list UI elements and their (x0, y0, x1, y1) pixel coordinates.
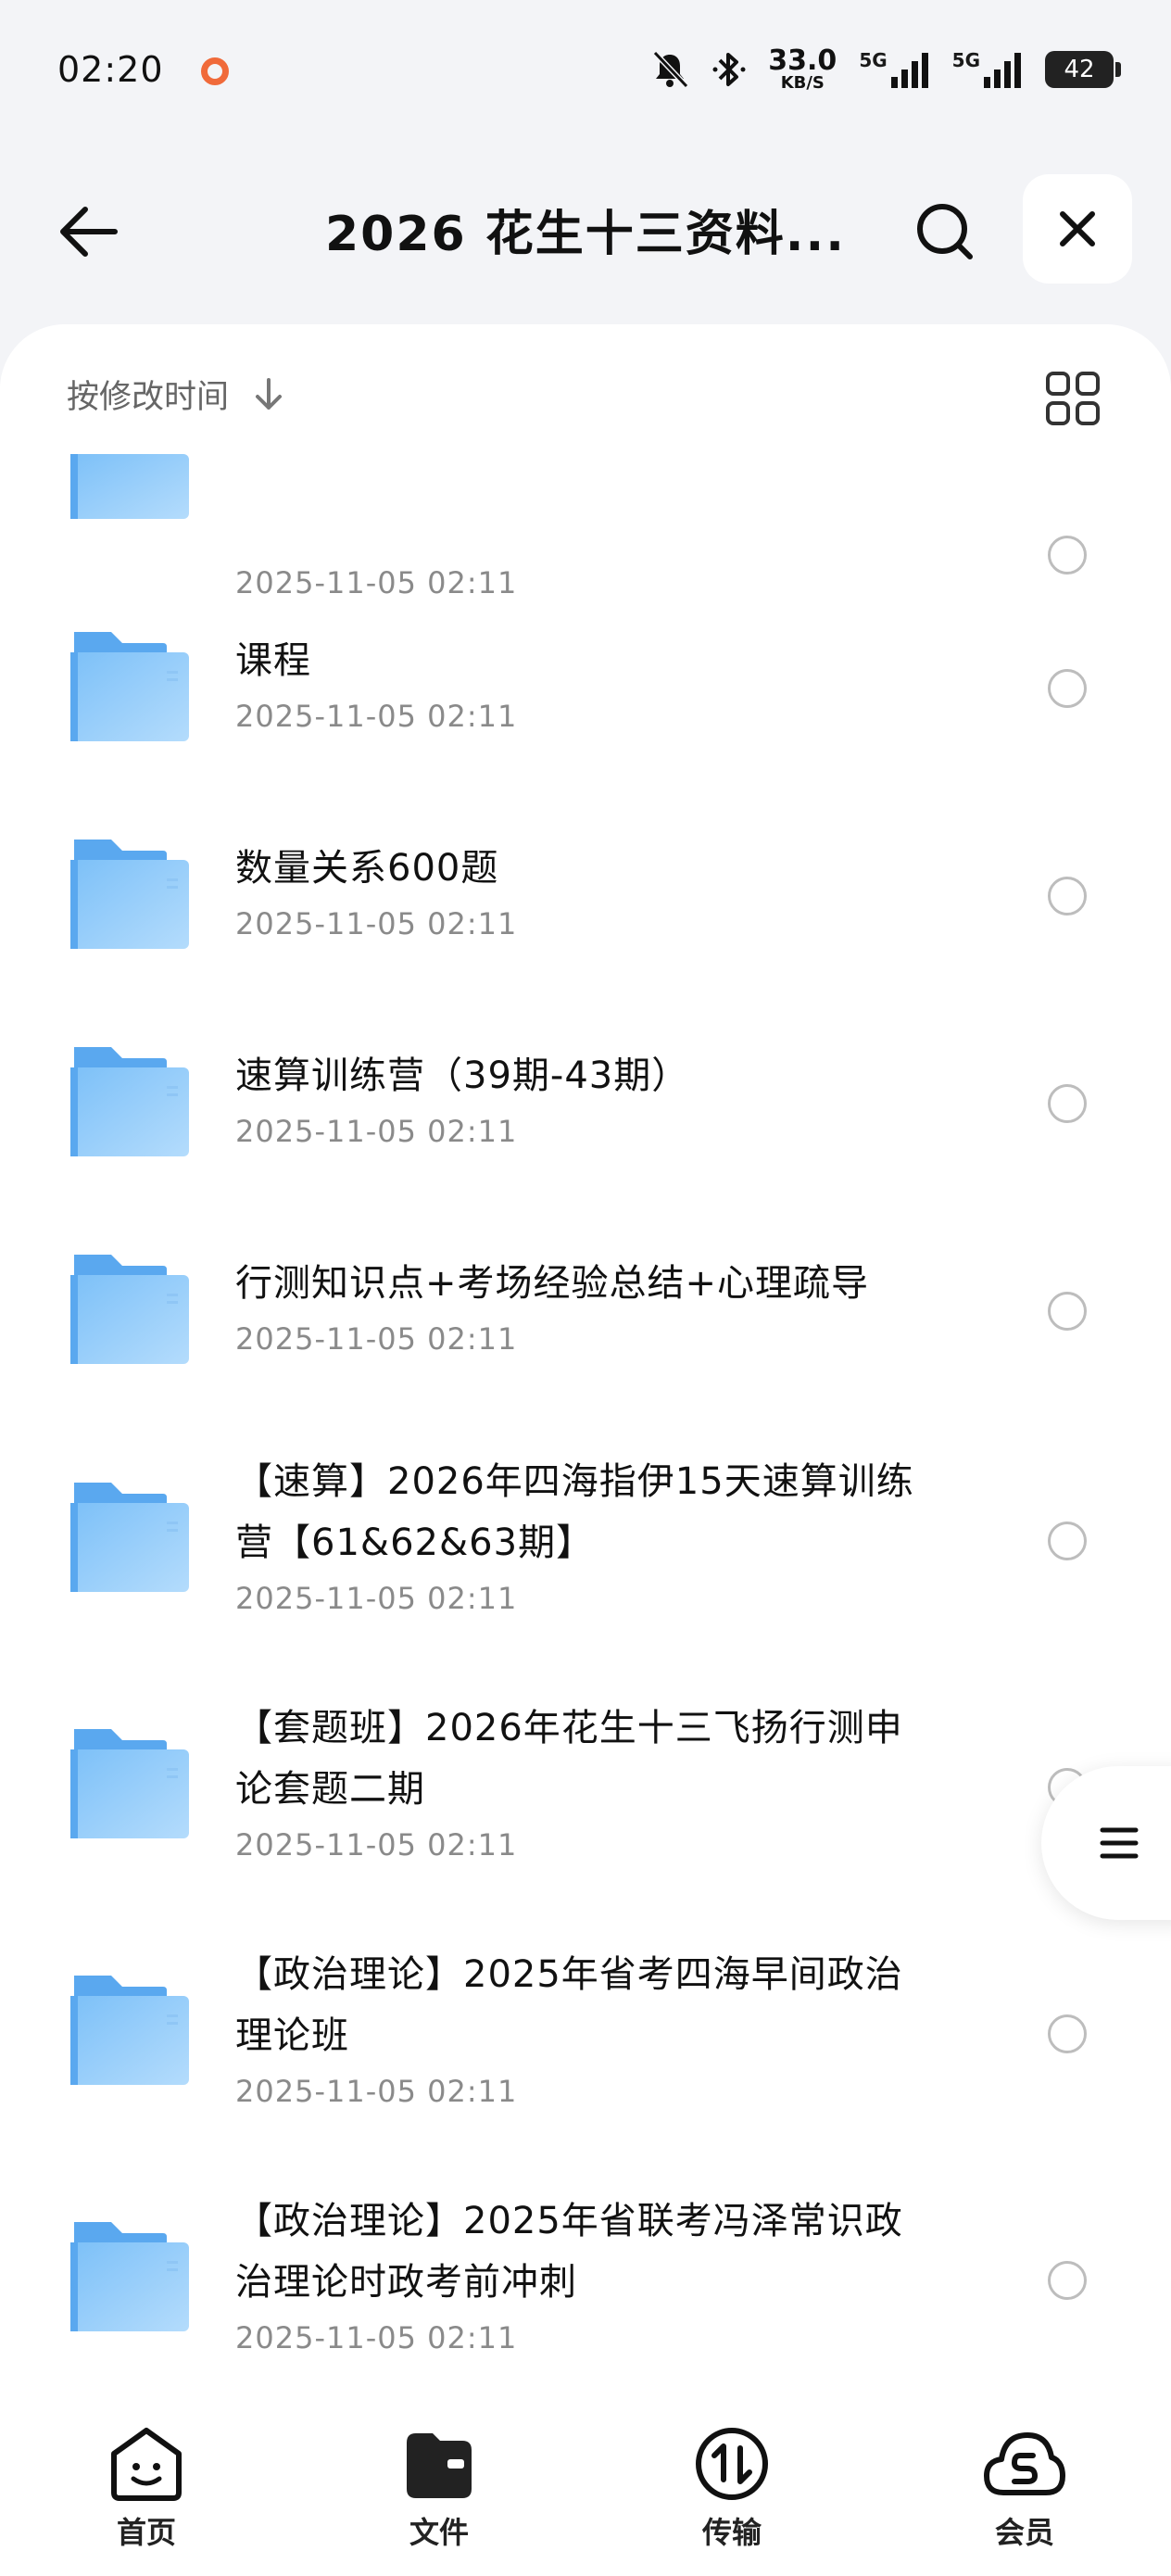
sort-selector[interactable]: 按修改时间 (67, 371, 284, 418)
file-date: 2025-11-05 02:11 (235, 565, 518, 600)
file-date: 2025-11-05 02:11 (235, 1114, 518, 1149)
file-list-panel: 2025-11-05 02:11 课程 2025-11-05 02:11 数量关… (0, 324, 1171, 2409)
file-name: 【速算】2026年四海指伊15天速算训练营【61&62&63期】 (235, 1460, 914, 1564)
nav-transfer[interactable]: 传输 (586, 2409, 878, 2576)
close-button[interactable] (1023, 174, 1132, 284)
signal-5g-icon-2: 5G (952, 49, 1023, 90)
page-title: 2026 花生十三资料... (324, 207, 847, 262)
list-item[interactable]: 【政治理论】2025年省考四海早间政治理论班 2025-11-05 02:11 (0, 1926, 1171, 2172)
select-radio[interactable] (1048, 536, 1087, 575)
file-date: 2025-11-05 02:11 (235, 2074, 518, 2109)
mute-bell-icon (649, 49, 690, 90)
folder-icon (70, 840, 189, 949)
file-date: 2025-11-05 02:11 (235, 1321, 518, 1357)
select-radio[interactable] (1048, 877, 1087, 915)
nav-files[interactable]: 文件 (293, 2409, 586, 2576)
file-date: 2025-11-05 02:11 (235, 1827, 518, 1863)
home-face-icon (111, 2428, 182, 2501)
select-radio[interactable] (1048, 1084, 1087, 1123)
list-item[interactable]: 【速算】2026年四海指伊15天速算训练营【61&62&63期】 2025-11… (0, 1433, 1171, 1679)
nav-vip[interactable]: 会员 (878, 2409, 1171, 2576)
file-name: 【套题班】2026年花生十三飞扬行测申论套题二期 (235, 1707, 903, 1811)
close-icon (1060, 211, 1095, 246)
nav-files-label: 文件 (409, 2515, 469, 2550)
status-time: 02:20 (57, 49, 164, 90)
list-item[interactable]: 行测知识点+考场经验总结+心理疏导 2025-11-05 02:11 (0, 1225, 1171, 1433)
select-radio[interactable] (1048, 2261, 1087, 2300)
folder-icon (70, 1976, 189, 2085)
folder-icon (70, 1047, 189, 1156)
status-bar: 02:20 33.0 KB/S 5G 5G 42 (0, 0, 1171, 139)
folder-icon (70, 1483, 189, 1592)
search-button[interactable] (908, 195, 982, 269)
sort-label: 按修改时间 (67, 379, 230, 416)
signal-5g-icon: 5G (859, 49, 929, 90)
select-radio[interactable] (1048, 1292, 1087, 1331)
folder-icon (70, 1729, 189, 1838)
nav-transfer-label: 传输 (701, 2515, 762, 2550)
file-name: 速算训练营（39期-43期） (235, 1054, 690, 1097)
bottom-nav: 首页 文件 传输 会员 (0, 2409, 1171, 2576)
transfer-icon (696, 2428, 768, 2500)
arrow-down-icon (256, 377, 283, 410)
file-date: 2025-11-05 02:11 (235, 699, 518, 734)
file-date: 2025-11-05 02:11 (235, 2320, 518, 2355)
grid-view-icon (1046, 372, 1100, 425)
folder-icon (70, 2222, 189, 2331)
menu-icon (1100, 1827, 1139, 1859)
nav-home[interactable]: 首页 (0, 2409, 293, 2576)
status-icons: 33.0 KB/S 5G 5G 42 (649, 44, 1121, 93)
select-radio[interactable] (1048, 669, 1087, 708)
battery-icon: 42 (1045, 51, 1121, 88)
file-name: 行测知识点+考场经验总结+心理疏导 (235, 1262, 870, 1305)
list-item[interactable]: 数量关系600题 2025-11-05 02:11 (0, 810, 1171, 1017)
list-item[interactable]: 速算训练营（39期-43期） 2025-11-05 02:11 (0, 1017, 1171, 1225)
file-date: 2025-11-05 02:11 (235, 1581, 518, 1616)
file-name: 数量关系600题 (235, 847, 499, 890)
cloud-vip-icon (984, 2432, 1065, 2495)
file-name: 【政治理论】2025年省联考冯泽常识政治理论时政考前冲刺 (235, 2200, 903, 2304)
folder-wallet-icon (407, 2433, 472, 2498)
folder-icon (70, 1255, 189, 1364)
bluetooth-icon (712, 49, 746, 90)
file-name: 课程 (235, 639, 311, 682)
list-item[interactable]: 【政治理论】2025年省联考冯泽常识政治理论时政考前冲刺 2025-11-05 … (0, 2172, 1171, 2409)
select-radio[interactable] (1048, 2014, 1087, 2053)
app-header: 2026 花生十三资料... (0, 167, 1171, 287)
select-radio[interactable] (1048, 1522, 1087, 1560)
list-item[interactable]: 【套题班】2026年花生十三飞扬行测申论套题二期 2025-11-05 02:1… (0, 1679, 1171, 1926)
search-icon (917, 204, 973, 259)
file-date: 2025-11-05 02:11 (235, 906, 518, 941)
folder-icon (70, 454, 189, 519)
list-item[interactable]: 课程 2025-11-05 02:11 (0, 602, 1171, 810)
nav-home-label: 首页 (116, 2515, 176, 2550)
file-name: 【政治理论】2025年省考四海早间政治理论班 (235, 1953, 903, 2057)
nav-vip-label: 会员 (994, 2515, 1054, 2550)
folder-icon (70, 632, 189, 741)
recording-indicator-icon (200, 57, 229, 85)
network-speed: 33.0 KB/S (768, 44, 837, 93)
grid-view-button[interactable] (1045, 371, 1101, 426)
